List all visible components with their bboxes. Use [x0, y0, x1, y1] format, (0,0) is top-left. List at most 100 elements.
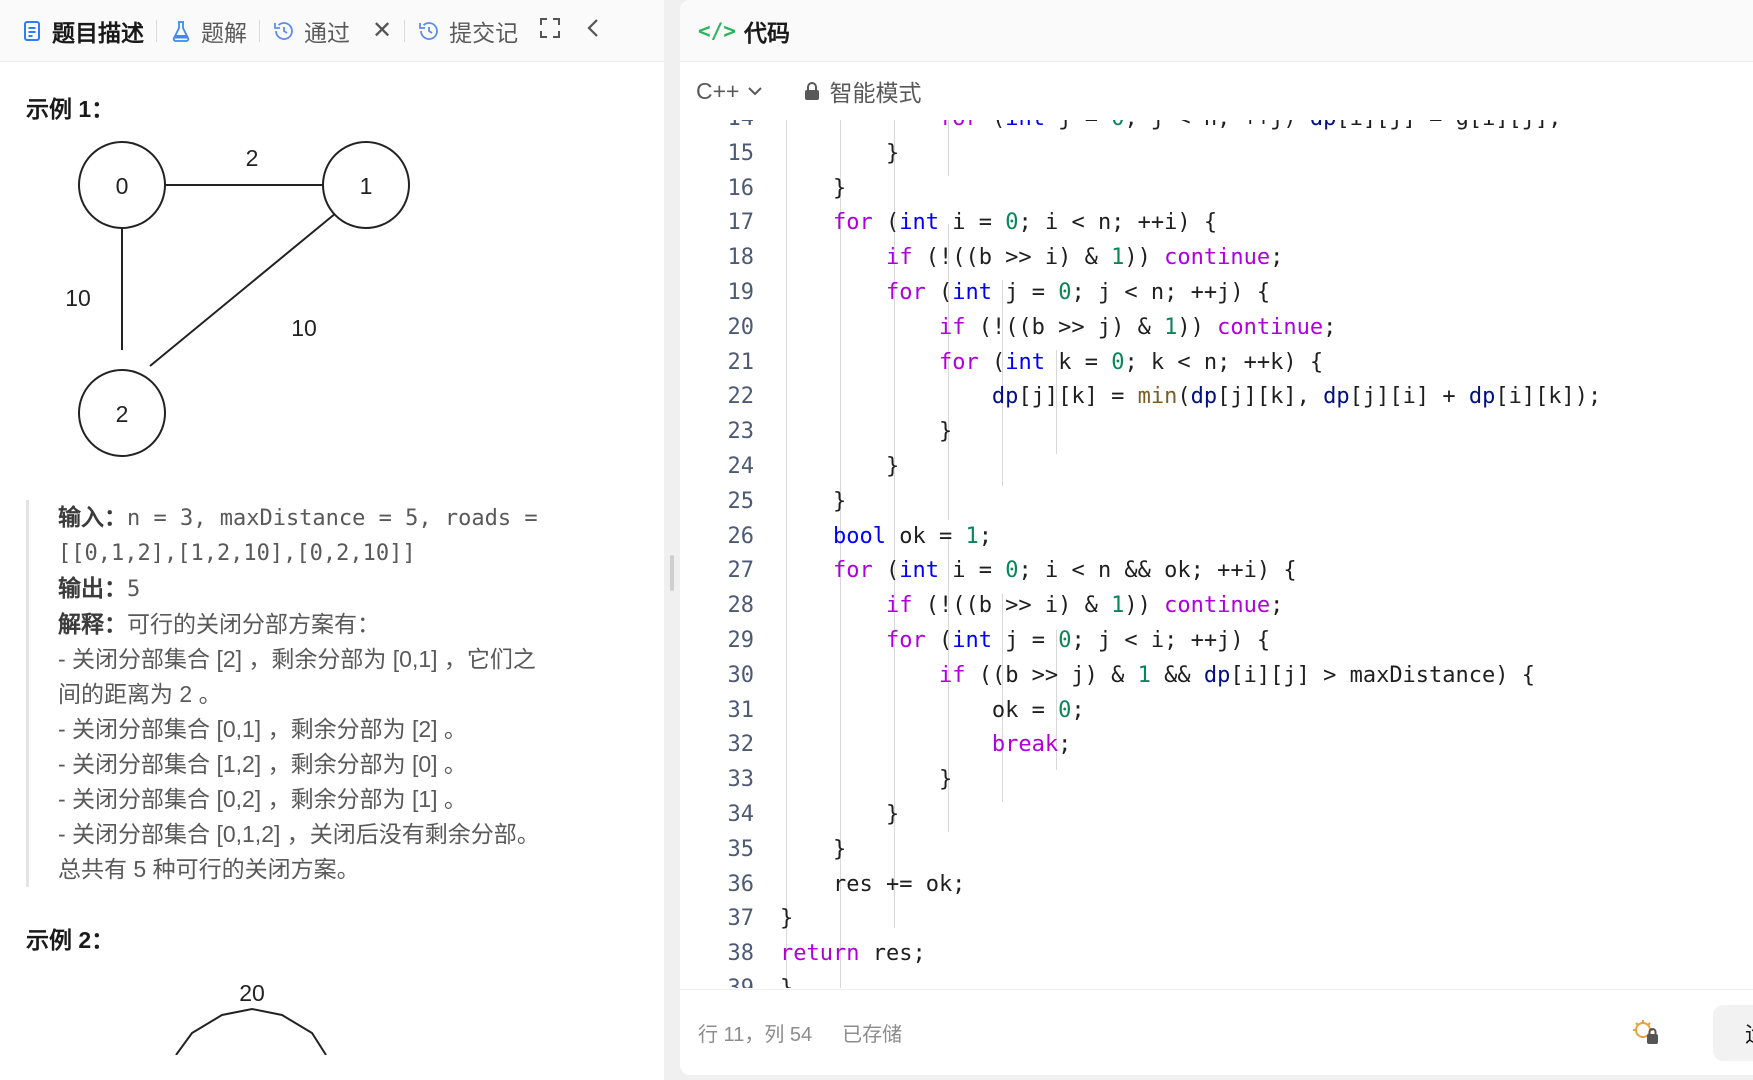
line-number: 21: [727, 349, 755, 375]
explain-line: - 关闭分部集合 [0,1,2] ，关闭后没有剩余分部。: [58, 821, 540, 847]
line-number: 16: [727, 175, 755, 201]
line-number-gutter: 14 15 16 17 18 19 20 21 22 23 24 25 26 2…: [680, 120, 755, 988]
tab-accepted[interactable]: 通过 ✕: [272, 14, 392, 48]
lock-icon: [805, 82, 820, 100]
collapse-panel-icon[interactable]: [582, 16, 606, 46]
problem-tabbar: 题目描述 题解 通过 ✕ 提交记: [0, 0, 664, 62]
input-roads: [[0,1,2],[1,2,10],[0,2,10]]: [58, 541, 416, 566]
graph-diagram-2: 20: [175, 980, 327, 1056]
example-2-title: 示例 2：: [26, 927, 115, 953]
flask-icon: [172, 20, 190, 42]
code-toolbar: C++ 智能模式: [680, 62, 1753, 120]
tab-description-label: 题目描述: [52, 19, 144, 46]
line-number: 29: [727, 627, 755, 653]
code-line: if (!((b >> j) & 1)) continue;: [938, 314, 1337, 340]
code-line: break;: [991, 732, 1072, 758]
document-icon: [24, 20, 40, 41]
code-panel: </> 代码 C++ 智能模式 14 15 16 17 18 19 20 21: [680, 0, 1753, 1075]
edge-1-2-weight: 10: [291, 315, 317, 341]
code-title: 代码: [743, 19, 790, 46]
line-number: 22: [727, 384, 755, 410]
example-1-title: 示例 1：: [26, 96, 115, 122]
tab-divider: [259, 19, 260, 42]
line-number: 38: [727, 941, 755, 967]
code-editor[interactable]: 14 15 16 17 18 19 20 21 22 23 24 25 26 2…: [680, 120, 1753, 988]
edge-0-1-weight: 2: [246, 145, 259, 171]
tab-divider: [156, 19, 157, 42]
explain-line: - 关闭分部集合 [1,2] ，剩余分部为 [0] 。: [58, 751, 467, 777]
chevron-down-icon: [748, 87, 763, 96]
line-number: 31: [727, 697, 755, 723]
problem-panel: 题目描述 题解 通过 ✕ 提交记 示例 1： 0 1 2 2 10 10 输入：…: [0, 0, 664, 1080]
tab-description[interactable]: 题目描述: [20, 14, 144, 48]
explain-line: 间的距离为 2 。: [58, 681, 222, 707]
explain-label: 解释：: [58, 611, 127, 637]
run-button[interactable]: 运: [1713, 1005, 1753, 1061]
output-row: 输出：5: [58, 571, 656, 607]
code-line: res += ok;: [780, 871, 966, 897]
code-line: for (int k = 0; k < n; ++k) {: [938, 349, 1324, 375]
line-number: 28: [727, 593, 755, 619]
code-line: }: [780, 453, 900, 479]
tab-accepted-label: 通过: [304, 19, 350, 46]
language-select[interactable]: C++: [696, 78, 765, 105]
node-arc: [175, 1007, 327, 1056]
bottom-edge: [680, 1075, 1753, 1080]
input-label: 输入：: [58, 504, 127, 530]
tab-submissions[interactable]: 提交记: [417, 14, 518, 48]
line-number: 17: [727, 210, 755, 236]
line-number: 19: [727, 279, 755, 305]
run-label: 运: [1745, 1017, 1753, 1049]
line-number: 23: [727, 419, 755, 445]
explain-row: 解释：可行的关闭分部方案有：: [58, 607, 656, 642]
code-line: if (!((b >> i) & 1)) continue;: [885, 593, 1284, 619]
line-number: 37: [727, 906, 755, 932]
history-icon: [419, 21, 439, 40]
code-line: }: [780, 972, 1753, 988]
save-status: 已存储: [842, 1024, 903, 1046]
debug-lock-icon[interactable]: [1631, 1017, 1661, 1047]
line-number: 36: [727, 871, 755, 897]
code-line: for (int i = 0; i < n; ++i) {: [832, 210, 1218, 236]
line-number: 39: [680, 972, 755, 988]
tab-solutions[interactable]: 题解: [169, 14, 247, 48]
line-number: 25: [727, 488, 755, 514]
line-number: 27: [727, 558, 755, 584]
code-line: }: [780, 175, 847, 201]
resize-grip[interactable]: [670, 555, 674, 591]
tab-submissions-label: 提交记: [449, 19, 519, 46]
output-value: 5: [127, 577, 141, 602]
tab-divider: [404, 19, 406, 42]
line-number: 18: [727, 245, 755, 271]
code-lines[interactable]: for (int j = 0; j < n; ++j) dp[i][j] = g…: [780, 120, 1753, 988]
cursor-position: 行 11，列 54: [698, 1024, 813, 1046]
node-2-label: 2: [116, 401, 129, 427]
code-line: }: [780, 488, 847, 514]
panel-resize-handle[interactable]: [664, 0, 680, 1080]
code-line: }: [780, 140, 900, 166]
problem-content: 示例 1： 0 1 2 2 10 10 输入：n = 3, maxDistanc…: [0, 90, 664, 1056]
editor-status-bar: 行 11，列 54 已存储 运: [680, 989, 1753, 1075]
fullscreen-icon[interactable]: [538, 16, 562, 46]
app-root: 题目描述 题解 通过 ✕ 提交记 示例 1： 0 1 2 2 10 10 输入：…: [0, 0, 1753, 1080]
code-line: }: [780, 836, 847, 862]
code-line: }: [780, 767, 953, 793]
line-number: 15: [727, 140, 755, 166]
code-line: dp[j][k] = min(dp[j][k], dp[j][i] + dp[i…: [991, 384, 1602, 410]
code-line: return res;: [780, 941, 926, 967]
mode-label: 智能模式: [829, 80, 922, 106]
line-number: 32: [727, 732, 755, 758]
input-row: 输入：n = 3, maxDistance = 5, roads =: [58, 500, 656, 536]
input-value: n = 3, maxDistance = 5, roads =: [127, 506, 538, 531]
code-line: for (int i = 0; i < n && ok; ++i) {: [832, 558, 1297, 584]
edge-weight-label: 20: [239, 980, 265, 1006]
code-icon: </>: [698, 18, 736, 43]
line-number: 26: [727, 523, 755, 549]
smart-mode[interactable]: 智能模式: [803, 74, 921, 108]
line-number: 20: [727, 314, 755, 340]
explain-text: 可行的关闭分部方案有：: [127, 611, 380, 637]
close-icon[interactable]: ✕: [372, 16, 392, 45]
graph-diagram: 0 1 2 2 10 10: [65, 141, 410, 457]
output-label: 输出：: [58, 575, 127, 601]
code-header: </> 代码: [680, 0, 1753, 62]
